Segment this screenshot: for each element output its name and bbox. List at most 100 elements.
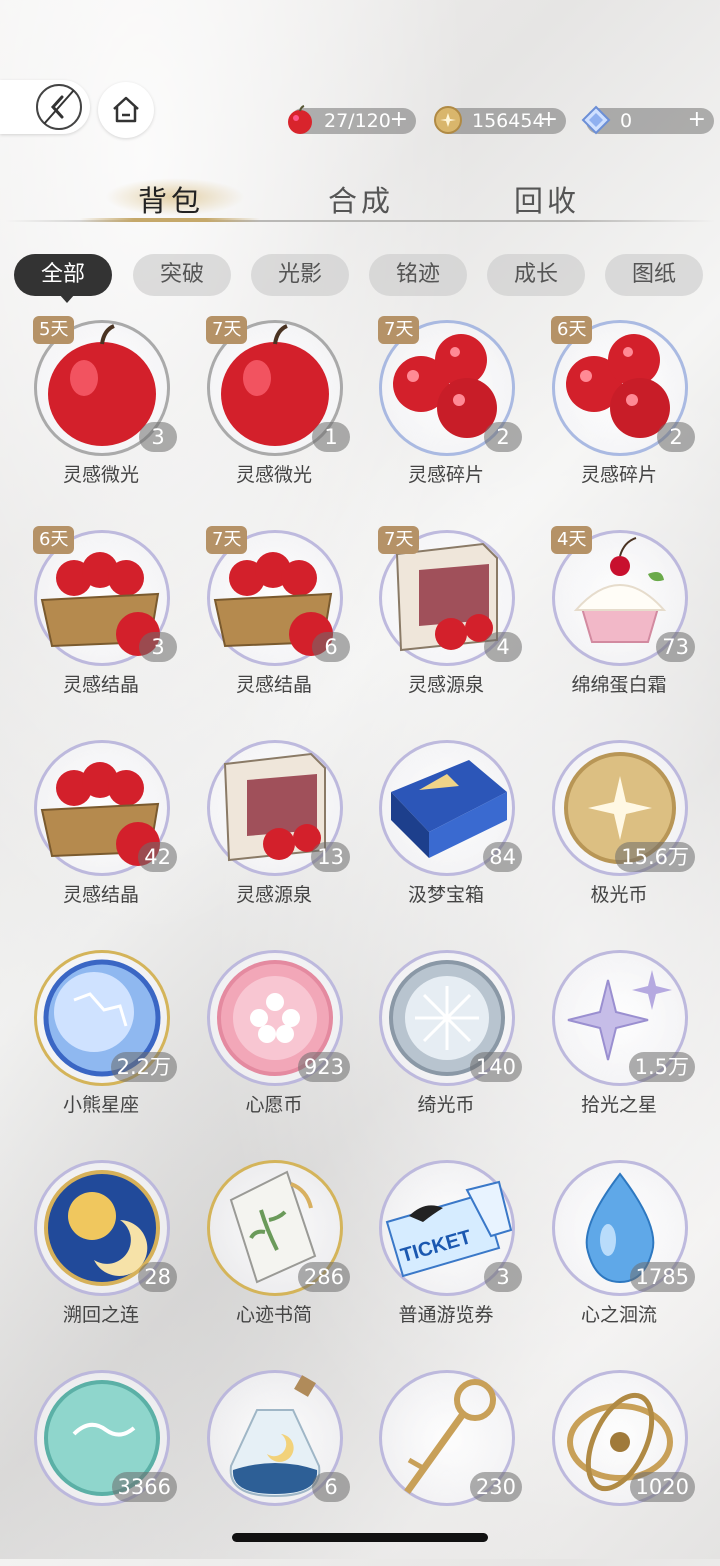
grid-item[interactable]: 286 心迹书简 — [188, 1156, 360, 1356]
item-name: 灵感源泉 — [407, 674, 484, 696]
diamond-icon — [581, 105, 611, 135]
item-count: 84 — [483, 842, 522, 872]
item-count: 4 — [484, 632, 522, 662]
item-count: 3 — [139, 632, 177, 662]
item-name: 绮光币 — [417, 1094, 475, 1116]
grid-item[interactable]: 7天 1 灵感微光 — [188, 316, 360, 516]
grid-item[interactable]: 84 汲梦宝箱 — [360, 736, 532, 936]
item-count: 1785 — [629, 1262, 695, 1292]
expiry-badge: 7天 — [378, 316, 420, 344]
item-name: 灵感源泉 — [235, 884, 312, 906]
item-count: 1 — [312, 422, 350, 452]
tab-active-underline — [80, 218, 260, 222]
item-count: 2.2万 — [110, 1052, 177, 1082]
diamond-resource[interactable]: 0 + — [581, 105, 714, 135]
item-count: 286 — [297, 1262, 350, 1292]
grid-item[interactable]: 13 灵感源泉 — [188, 736, 360, 936]
item-count: 1.5万 — [628, 1052, 695, 1082]
grid-item[interactable]: 4天 73 绵绵蛋白霜 — [533, 526, 705, 726]
item-name: 灵感结晶 — [62, 674, 139, 696]
item-count: 15.6万 — [615, 842, 695, 872]
coin-plus-button[interactable]: + — [540, 107, 558, 133]
filter-breakthrough[interactable]: 突破 — [133, 254, 231, 296]
grid-item[interactable]: 28 溯回之连 — [15, 1156, 187, 1356]
item-name: 普通游览券 — [398, 1304, 494, 1326]
apple-icon — [288, 105, 312, 134]
item-count: 13 — [311, 842, 350, 872]
item-count: 2 — [484, 422, 522, 452]
item-count: 6 — [312, 632, 350, 662]
item-count: 230 — [469, 1472, 522, 1502]
expiry-badge: 7天 — [206, 526, 248, 554]
tab-recycle[interactable]: 回收 — [514, 178, 580, 220]
item-name: 灵感微光 — [235, 464, 312, 486]
home-button[interactable] — [98, 82, 154, 138]
item-count: 3 — [139, 422, 177, 452]
item-name: 极光币 — [590, 884, 648, 906]
top-bar: 27/120 + 156454 + 0 + — [0, 80, 720, 140]
item-count: 3366 — [111, 1472, 177, 1502]
item-name: 灵感结晶 — [62, 884, 139, 906]
home-icon — [113, 96, 139, 123]
grid-item[interactable]: 3366 — [15, 1366, 187, 1566]
stamina-plus-button[interactable]: + — [390, 107, 408, 133]
item-count: 140 — [469, 1052, 522, 1082]
grid-item[interactable]: 7天 4 灵感源泉 — [360, 526, 532, 726]
item-name: 心迹书简 — [235, 1304, 312, 1326]
coin-value: 156454 — [472, 110, 545, 132]
grid-item[interactable]: 1785 心之洄流 — [533, 1156, 705, 1356]
grid-item[interactable]: 140 绮光币 — [360, 946, 532, 1146]
expiry-badge: 6天 — [551, 316, 593, 344]
grid-item[interactable]: 923 心愿币 — [188, 946, 360, 1146]
grid-item[interactable]: 7天 2 灵感碎片 — [360, 316, 532, 516]
grid-item[interactable]: TICKET 3 普通游览券 — [360, 1156, 532, 1356]
expiry-badge: 7天 — [206, 316, 248, 344]
item-name: 小熊星座 — [62, 1094, 139, 1116]
item-name: 灵感碎片 — [407, 464, 484, 486]
stamina-resource[interactable]: 27/120 + — [288, 105, 416, 134]
grid-item[interactable]: 2.2万 小熊星座 — [15, 946, 187, 1146]
grid-item[interactable]: 1020 — [533, 1366, 705, 1566]
filter-chips: 全部 突破 光影 铭迹 成长 图纸 — [0, 254, 720, 303]
item-count: 28 — [138, 1262, 177, 1292]
tab-synthesis[interactable]: 合成 — [328, 178, 394, 220]
item-count: 1020 — [629, 1472, 695, 1502]
item-name: 灵感结晶 — [235, 674, 312, 696]
item-name: 灵感微光 — [62, 464, 139, 486]
expiry-badge: 5天 — [33, 316, 75, 344]
item-name: 汲梦宝箱 — [407, 884, 484, 906]
item-count: 923 — [297, 1052, 350, 1082]
filter-all[interactable]: 全部 — [14, 254, 112, 303]
stamina-value: 27/120 — [324, 110, 391, 132]
item-name: 灵感碎片 — [580, 464, 657, 486]
item-name: 绵绵蛋白霜 — [571, 674, 667, 696]
grid-item[interactable]: 15.6万 极光币 — [533, 736, 705, 936]
grid-item[interactable]: 5天 3 灵感微光 — [15, 316, 187, 516]
filter-growth[interactable]: 成长 — [487, 254, 585, 296]
expiry-badge: 4天 — [551, 526, 593, 554]
item-count: 73 — [656, 632, 695, 662]
grid-item[interactable]: 7天 6 灵感结晶 — [188, 526, 360, 726]
coin-resource[interactable]: 156454 + — [434, 106, 566, 134]
filter-inscription[interactable]: 铭迹 — [369, 254, 467, 296]
expiry-badge: 7天 — [378, 526, 420, 554]
item-count: 6 — [312, 1472, 350, 1502]
home-indicator[interactable] — [232, 1533, 488, 1542]
item-count: 42 — [138, 842, 177, 872]
item-name: 拾光之星 — [580, 1094, 657, 1116]
grid-item[interactable]: 1.5万 拾光之星 — [533, 946, 705, 1146]
grid-item[interactable]: 6天 3 灵感结晶 — [15, 526, 187, 726]
filter-blueprint[interactable]: 图纸 — [605, 254, 703, 296]
item-name: 溯回之连 — [62, 1304, 139, 1326]
item-name: 心之洄流 — [580, 1304, 657, 1326]
item-name: 心愿币 — [245, 1094, 303, 1116]
expiry-badge: 6天 — [33, 526, 75, 554]
tab-bag[interactable]: 背包 — [138, 178, 204, 220]
filter-light-shadow[interactable]: 光影 — [251, 254, 349, 296]
back-button[interactable] — [0, 80, 90, 134]
grid-item[interactable]: 6天 2 灵感碎片 — [533, 316, 705, 516]
diamond-plus-button[interactable]: + — [688, 107, 706, 133]
back-icon — [36, 84, 82, 130]
grid-item[interactable]: 42 灵感结晶 — [15, 736, 187, 936]
diamond-value: 0 — [620, 110, 633, 132]
